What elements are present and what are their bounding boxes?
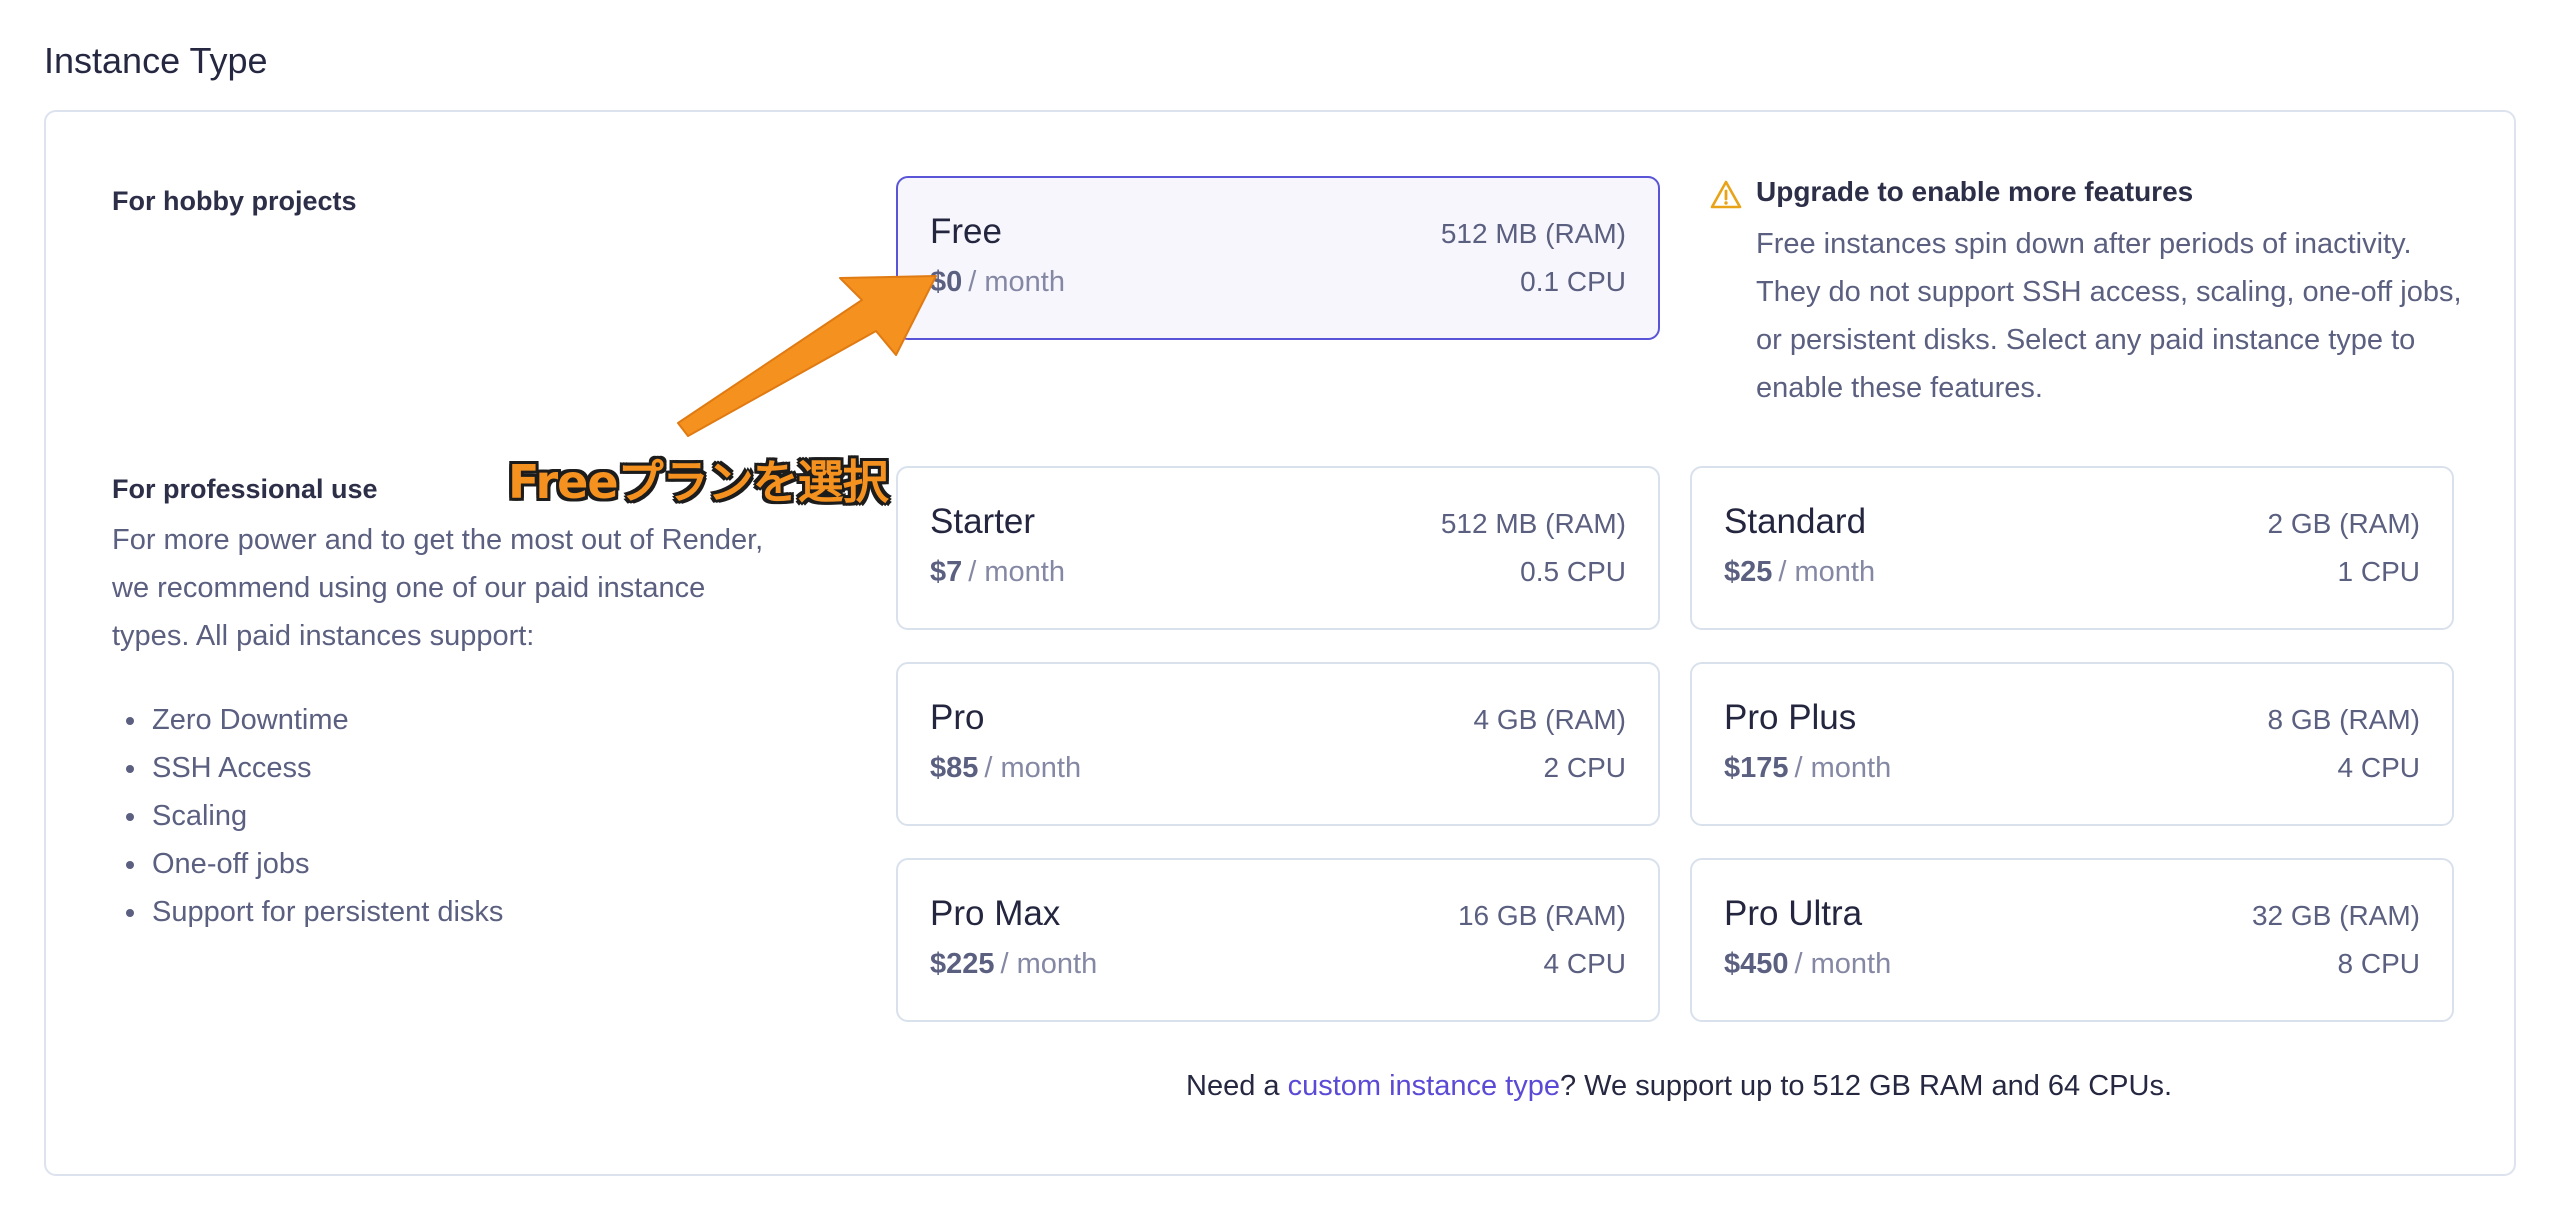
annotation-label: Freeプランを選択 bbox=[508, 455, 889, 509]
annotation-arrow bbox=[677, 275, 937, 437]
